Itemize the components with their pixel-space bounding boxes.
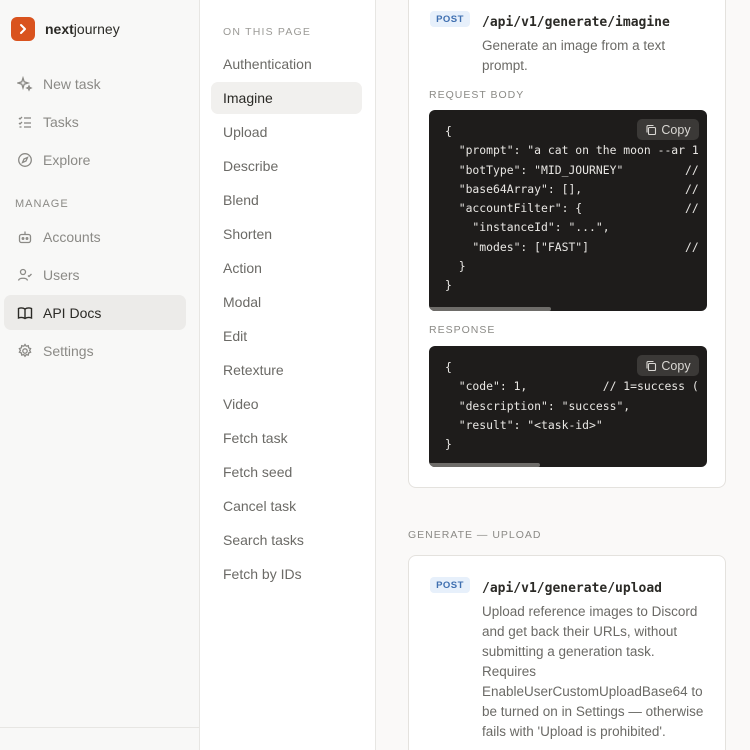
- method-badge: POST: [430, 11, 470, 27]
- horizontal-scrollbar[interactable]: [429, 307, 551, 311]
- copy-icon: [646, 124, 657, 135]
- manage-section-label: MANAGE: [15, 198, 69, 210]
- nav-explore[interactable]: Explore: [4, 142, 186, 177]
- brand-name: nextjourney: [45, 21, 120, 37]
- toc-item-upload[interactable]: Upload: [211, 116, 362, 148]
- nav-accounts[interactable]: Accounts: [4, 219, 186, 254]
- gear-icon: [17, 342, 33, 359]
- endpoint-path: /api/v1/generate/upload: [482, 581, 663, 596]
- nav-tasks[interactable]: Tasks: [4, 104, 186, 139]
- request-code-block[interactable]: { "prompt": "a cat on the moon --ar 1 "b…: [429, 110, 707, 311]
- toc-label: ON THIS PAGE: [223, 26, 312, 38]
- toc-item-fetch-seed[interactable]: Fetch seed: [211, 456, 362, 488]
- nav-label: Tasks: [43, 113, 79, 130]
- logo-icon: [11, 17, 35, 41]
- request-body-label: REQUEST BODY: [429, 89, 525, 101]
- nav-settings[interactable]: Settings: [4, 333, 186, 368]
- toc-item-search-tasks[interactable]: Search tasks: [211, 524, 362, 556]
- nav-label: Settings: [43, 342, 94, 359]
- table-of-contents: ON THIS PAGE Authentication Imagine Upload…: [200, 0, 376, 750]
- toc-item-retexture[interactable]: Retexture: [211, 354, 362, 386]
- toc-item-shorten[interactable]: Shorten: [211, 218, 362, 250]
- horizontal-scrollbar[interactable]: [429, 463, 540, 467]
- copy-button[interactable]: Copy: [637, 355, 699, 376]
- users-icon: [17, 267, 33, 283]
- brand[interactable]: nextjourney: [11, 17, 120, 41]
- robot-icon: [17, 229, 33, 245]
- nav-new-task[interactable]: New task: [4, 66, 186, 101]
- sidebar-footer-divider: [0, 727, 199, 728]
- api-docs-content[interactable]: POST /api/v1/generate/imagine Generate a…: [376, 0, 750, 750]
- request-code: { "prompt": "a cat on the moon --ar 1 "b…: [445, 124, 699, 293]
- nav-label: New task: [43, 75, 101, 92]
- toc-item-video[interactable]: Video: [211, 388, 362, 420]
- nav-label: API Docs: [43, 304, 102, 321]
- sidebar: nextjourney New task Tasks Explore MANAG…: [0, 0, 200, 750]
- toc-item-cancel-task[interactable]: Cancel task: [211, 490, 362, 522]
- endpoint-description: Upload reference images to Discord and g…: [482, 604, 704, 739]
- toc-item-modal[interactable]: Modal: [211, 286, 362, 318]
- method-badge: POST: [430, 577, 470, 593]
- nav-label: Users: [43, 266, 80, 283]
- toc-item-fetch-by-ids[interactable]: Fetch by IDs: [211, 558, 362, 590]
- toc-item-blend[interactable]: Blend: [211, 184, 362, 216]
- endpoint-path: /api/v1/generate/imagine: [482, 15, 670, 30]
- endpoint-description: Generate an image from a text prompt.: [482, 38, 666, 73]
- nav-label: Explore: [43, 151, 91, 168]
- response-code-block[interactable]: { "code": 1, // 1=success ( "description…: [429, 346, 707, 467]
- copy-button[interactable]: Copy: [637, 119, 699, 140]
- toc-item-edit[interactable]: Edit: [211, 320, 362, 352]
- endpoint-card-upload: POST /api/v1/generate/upload Upload refe…: [408, 555, 726, 750]
- nav-users[interactable]: Users: [4, 257, 186, 292]
- compass-icon: [17, 152, 33, 168]
- toc-item-imagine[interactable]: Imagine: [211, 82, 362, 114]
- response-label: RESPONSE: [429, 324, 496, 336]
- section-heading-upload: GENERATE — UPLOAD: [408, 529, 542, 541]
- list-check-icon: [17, 114, 33, 130]
- toc-item-authentication[interactable]: Authentication: [211, 48, 362, 80]
- nav-api-docs[interactable]: API Docs: [4, 295, 186, 330]
- toc-item-describe[interactable]: Describe: [211, 150, 362, 182]
- copy-icon: [646, 360, 657, 371]
- endpoint-card-imagine: POST /api/v1/generate/imagine Generate a…: [408, 0, 726, 488]
- toc-item-fetch-task[interactable]: Fetch task: [211, 422, 362, 454]
- toc-item-action[interactable]: Action: [211, 252, 362, 284]
- book-icon: [17, 305, 33, 321]
- nav-label: Accounts: [43, 228, 101, 245]
- sparkle-icon: [17, 75, 33, 92]
